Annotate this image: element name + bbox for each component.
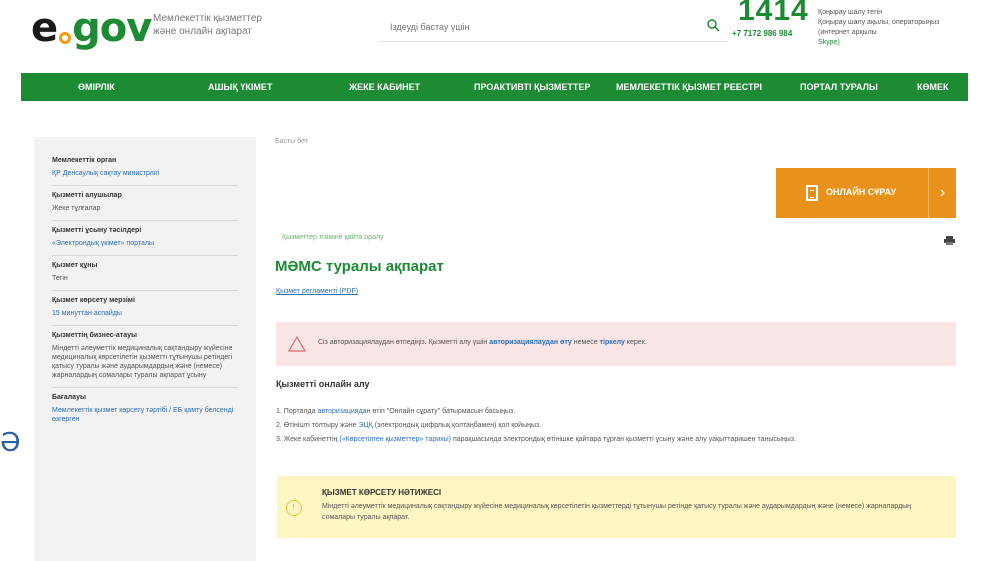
step-text: 2. Өтінішті толтыру және <box>276 422 359 429</box>
sidebar-value: Міндетті әлеуметтік медициналық сақтанды… <box>52 345 233 379</box>
hotline-number[interactable]: 1414 <box>738 0 809 28</box>
step-link-eds[interactable]: ЭЦҚ <box>358 422 372 429</box>
main-nav: ӨМІРЛІК АШЫҚ ҮКІМЕТ ЖЕКЕ КАБИНЕТ ПРОАКТИ… <box>21 73 968 101</box>
step-text: 3. Жеке кабинеттің <box>276 436 340 443</box>
sidebar-section-business-name: Қызметтің бизнес-атауы Міндетті әлеуметт… <box>52 326 238 388</box>
nav-item-service-registry[interactable]: МЕМЛЕКЕТТІК ҚЫЗМЕТ РЕЕСТРІ <box>616 82 762 92</box>
sidebar-value: Тегін <box>52 275 68 282</box>
hotline-note-free: Қоңырау шалу тегін <box>818 9 883 16</box>
sidebar-value-link[interactable]: Мемлекеттік қызмет көрсету тәртібі / ЕБ … <box>52 406 238 424</box>
floating-letter-glyph[interactable]: Ә <box>0 428 20 458</box>
sidebar-section-duration: Қызмет көрсету мерзімі 15 минуттан аспай… <box>52 291 238 326</box>
login-link[interactable]: авторизациялаудан өту <box>489 339 572 346</box>
sidebar-title: Бағалауы <box>52 394 86 401</box>
chevron-right-icon: › <box>928 168 956 218</box>
sidebar-section-cost: Қызмет құны Тегін <box>52 256 238 291</box>
nav-item-proactive-services[interactable]: ПРОАКТИВТІ ҚЫЗМЕТТЕР <box>474 82 590 92</box>
sidebar-title: Мемлекеттік орган <box>52 157 117 164</box>
sidebar-value-link[interactable]: 15 минуттан аспайды <box>52 309 238 318</box>
sidebar-value-link[interactable]: ҚР Денсаулық сақтау министрлігі <box>52 169 238 178</box>
sidebar-value-link[interactable]: «Электрондық үкімет» порталы <box>52 239 238 248</box>
nav-item-help[interactable]: КӨМЕК <box>917 82 949 92</box>
step-item: 3. Жеке кабинеттің («Көрсетілген қызметт… <box>276 433 796 447</box>
reglament-link[interactable]: Қызмет регламенті (PDF) <box>276 288 358 295</box>
logo-e: e <box>31 5 59 51</box>
alert-text-pre: Сіз авторизациялаудан өтпедіңіз. Қызметт… <box>318 339 490 346</box>
service-result-box: ҚЫЗМЕТ КӨРСЕТУ НӘТИЖЕСІ Міндетті әлеумет… <box>277 476 956 538</box>
register-link[interactable]: тіркелу <box>600 339 625 346</box>
sidebar-title: Қызметті алушылар <box>52 192 122 199</box>
result-title: ҚЫЗМЕТ КӨРСЕТУ НӘТИЖЕСІ <box>322 488 442 497</box>
step-item: 1. Порталда авторизациядан өтіп "Онлайн … <box>276 405 796 419</box>
sidebar-value: Жеке тұлғалар <box>52 205 101 212</box>
alert-text-mid: немесе <box>571 339 600 346</box>
hotline-note-paid: Қоңырау шалу ақылы, операторыңыз (интерн… <box>818 19 940 36</box>
result-text: Міндетті әлеуметтік медициналық сақтанды… <box>322 503 912 521</box>
sidebar-title: Қызмет көрсету мерзімі <box>52 297 135 304</box>
search-input[interactable] <box>380 14 680 40</box>
sidebar-section-recipients: Қызметті алушылар Жеке тұлғалар <box>52 186 238 221</box>
print-icon[interactable] <box>944 236 955 245</box>
page-title: МӘМС туралы ақпарат <box>275 258 444 275</box>
sidebar-title: Қызметтің бизнес-атауы <box>52 332 137 339</box>
info-icon <box>286 500 302 516</box>
auth-alert: Сіз авторизациялаудан өтпедіңіз. Қызметт… <box>276 322 956 366</box>
step-text: парақшасында электрондық өтінішке қайтар… <box>451 436 796 443</box>
alert-text-post: керек. <box>624 339 647 346</box>
sidebar-section-rating: Бағалауы Мемлекеттік қызмет көрсету тәрт… <box>52 388 238 431</box>
sidebar-title: Қызметті ұсыну тәсілдері <box>52 227 142 234</box>
search-bar[interactable] <box>380 14 728 42</box>
hotline-note-skype-link[interactable]: Skype) <box>818 38 948 48</box>
auth-alert-text: Сіз авторизациялаудан өтпедіңіз. Қызметт… <box>318 339 647 346</box>
egov-logo[interactable]: e gov <box>31 2 152 51</box>
warning-icon <box>288 336 306 352</box>
nav-item-open-government[interactable]: АШЫҚ ҮКІМЕТ <box>208 82 272 92</box>
online-steps: 1. Порталда авторизациядан өтіп "Онлайн … <box>276 405 796 447</box>
search-icon[interactable] <box>706 18 720 32</box>
online-request-label: ОНЛАЙН СҰРАУ <box>826 187 897 197</box>
nav-item-about-portal[interactable]: ПОРТАЛ ТУРАЛЫ <box>800 82 878 92</box>
sidebar-title: Қызмет құны <box>52 262 98 269</box>
step-item: 2. Өтінішті толтыру және ЭЦҚ (электронды… <box>276 419 796 433</box>
tagline: Мемлекеттік қызметтер және онлайн ақпара… <box>153 13 262 37</box>
step-text: өтіп "Онлайн сұрату" батырмасын басыңыз. <box>370 408 516 415</box>
breadcrumb[interactable]: Басты бет <box>275 138 308 145</box>
logo-dot-icon <box>59 32 72 44</box>
logo-gov: gov <box>72 5 152 51</box>
header: e gov Мемлекеттік қызметтер және онлайн … <box>0 0 988 68</box>
back-to-services-link[interactable]: Қызметтер тізіміне қайта оралу <box>282 234 384 241</box>
nav-item-life[interactable]: ӨМІРЛІК <box>78 82 115 92</box>
sidebar-section-agency: Мемлекеттік орган ҚР Денсаулық сақтау ми… <box>52 151 238 186</box>
phone-number[interactable]: +7 7172 986 984 <box>732 29 792 38</box>
hotline-note: Қоңырау шалу тегін Қоңырау шалу ақылы, о… <box>818 8 948 48</box>
service-info-sidebar: Мемлекеттік орган ҚР Денсаулық сақтау ми… <box>34 137 256 561</box>
document-icon <box>806 185 818 201</box>
nav-item-personal-cabinet[interactable]: ЖЕКЕ КАБИНЕТ <box>349 82 420 92</box>
step-link-auth[interactable]: авторизациядан <box>317 408 370 415</box>
step-text: (электрондық цифрлық қолтаңбамен) қол қо… <box>372 422 542 429</box>
online-section-title: Қызметті онлайн алу <box>276 379 370 389</box>
step-link-history[interactable]: («Көрсетілген қызметтер» тарихы) <box>339 436 451 443</box>
step-text: 1. Порталда <box>276 408 318 415</box>
online-request-button[interactable]: ОНЛАЙН СҰРАУ › <box>776 168 956 218</box>
sidebar-section-methods: Қызметті ұсыну тәсілдері «Электрондық үк… <box>52 221 238 256</box>
